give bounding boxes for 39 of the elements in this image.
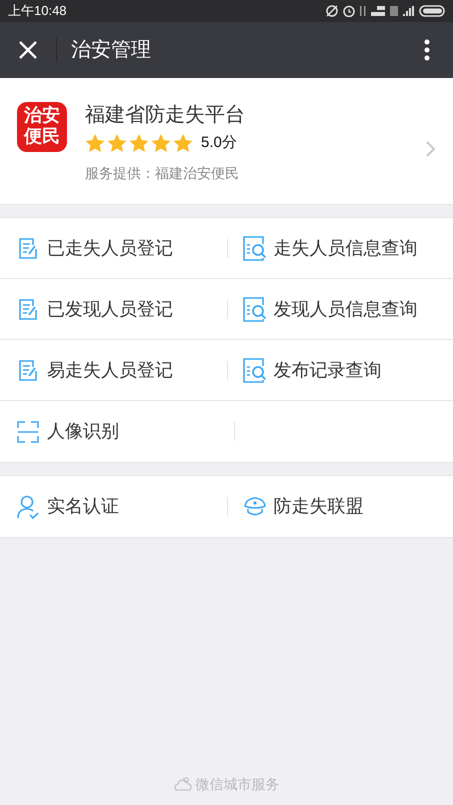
menu-item[interactable]: 已发现人员登记 [0,279,226,339]
sync-off-icon [326,5,338,17]
provider-text: 服务提供：福建治安便民 [85,164,240,182]
star-icon [151,134,171,153]
cloud-user-icon [174,776,192,792]
document-search-icon [242,236,266,260]
menu-item[interactable]: 发现人员信息查询 [228,279,453,339]
document-search-icon [242,296,266,322]
close-icon [18,40,38,60]
signal-icon [403,6,414,16]
menu-item[interactable]: 易走失人员登记 [0,340,226,400]
more-icon [424,39,430,61]
document-edit-icon [19,359,37,381]
menu-item[interactable]: 实名认证 [0,476,226,537]
menu-item[interactable]: 走失人员信息查询 [228,218,453,278]
document-edit-icon [19,298,37,320]
star-icon [85,134,105,153]
star-icon [173,134,193,153]
menu-item[interactable]: 防走失联盟 [228,476,453,537]
battery-icon [419,5,445,17]
scan-frame-icon [17,420,39,442]
police-cap-icon [242,496,266,516]
chevron-right-icon [426,141,435,157]
status-time: 上午10:48 [8,2,67,20]
app-name: 福建省防走失平台 [85,103,245,128]
menu-item[interactable]: 已走失人员登记 [0,218,226,278]
document-search-icon [242,358,266,382]
user-check-icon [17,494,39,518]
footer-text: 微信城市服务 [196,774,280,794]
star-icon [129,134,149,153]
app-card[interactable]: 治安便民 福建省防走失平台 5.0分 服务提供：福建治安便民 [0,78,453,205]
menu-item[interactable]: 人像识别 [0,401,234,462]
rating-score: 5.0分 [201,133,237,153]
page-title: 治安管理 [71,38,152,63]
document-edit-icon [19,237,37,259]
alarm-icon [343,5,355,17]
menu-item[interactable]: 发布记录查询 [228,340,453,400]
star-icon [107,134,127,153]
app-logo: 治安便民 [17,102,67,152]
